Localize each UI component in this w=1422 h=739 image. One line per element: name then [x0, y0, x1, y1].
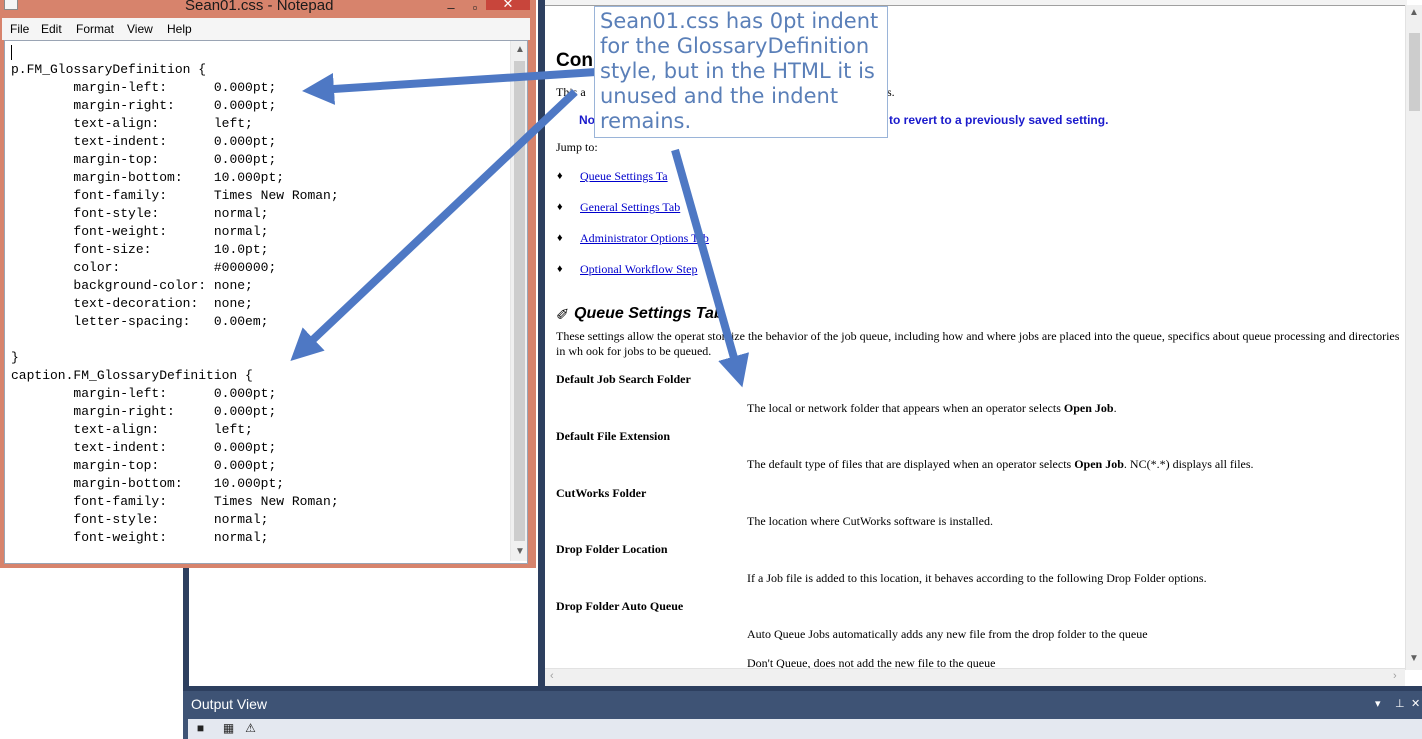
menu-file[interactable]: File: [10, 22, 29, 36]
menu-help[interactable]: Help: [167, 22, 192, 36]
term-default-job-search-folder: Default Job Search Folder: [556, 372, 691, 386]
definition-text: If a Job file is added to this location,…: [747, 571, 1207, 585]
link-administrator-options-tab[interactable]: Administrator Options Tab: [580, 231, 709, 246]
definition-text: The location where CutWorks software is …: [747, 514, 993, 528]
scroll-thumb[interactable]: [514, 61, 525, 541]
term-default-file-extension: Default File Extension: [556, 429, 670, 443]
close-icon[interactable]: ✕: [1411, 697, 1420, 710]
output-view-toolbar: ■ ▦ ⚠: [188, 719, 1422, 739]
intro-text-end: s.: [887, 85, 895, 99]
menu-view[interactable]: View: [127, 22, 153, 36]
term-drop-folder-location: Drop Folder Location: [556, 542, 668, 556]
dropdown-icon[interactable]: ▾: [1375, 697, 1381, 710]
term-drop-folder-auto-queue: Drop Folder Auto Queue: [556, 599, 684, 613]
maximize-button[interactable]: ▫: [464, 0, 486, 15]
notepad-scrollbar[interactable]: ▲ ▼: [510, 41, 527, 561]
definition-text: The default type of files that are displ…: [747, 457, 1254, 471]
menu-bar: File Edit Format View Help: [2, 18, 530, 40]
notepad-titlebar[interactable]: Sean01.css - Notepad – ▫ ✕: [0, 0, 536, 18]
css-code: p.FM_GlossaryDefinition { margin-left: 0…: [11, 62, 339, 545]
menu-edit[interactable]: Edit: [41, 22, 62, 36]
section-description: These settings allow the operat stomize …: [556, 329, 1400, 358]
scroll-thumb[interactable]: [1409, 33, 1420, 111]
link-queue-settings-tab[interactable]: Queue Settings Ta: [580, 169, 668, 184]
pin-icon[interactable]: ⊥: [1395, 697, 1405, 710]
scroll-down-icon[interactable]: ▼: [515, 546, 525, 557]
definition-text: The local or network folder that appears…: [747, 401, 1117, 415]
scroll-up-icon[interactable]: ▲: [1409, 7, 1419, 18]
grid-select-icon[interactable]: ▦: [221, 721, 236, 736]
link-general-settings-tab[interactable]: General Settings Tab: [580, 200, 680, 215]
section-title: Queue Settings Tab: [574, 305, 724, 322]
output-view-panel: Output View ▾ ⊥ ✕ ■ ▦ ⚠: [183, 691, 1422, 739]
page-heading: Con: [556, 50, 593, 71]
pane-splitter[interactable]: [538, 0, 545, 690]
definition-text: Auto Queue Jobs automatically adds any n…: [747, 627, 1148, 641]
jump-to-label: Jump to:: [556, 140, 598, 154]
scroll-left-icon[interactable]: ‹: [550, 670, 554, 682]
note-start: No: [579, 113, 595, 127]
menu-format[interactable]: Format: [76, 22, 114, 36]
annotation-callout: Sean01.css has 0pt indent for the Glossa…: [594, 6, 888, 138]
term-cutworks-folder: CutWorks Folder: [556, 486, 647, 500]
bullet-icon: ♦: [557, 170, 563, 182]
link-optional-workflow-step[interactable]: Optional Workflow Step: [580, 262, 697, 277]
notepad-window: Sean01.css - Notepad – ▫ ✕ File Edit For…: [0, 0, 536, 568]
window-title: Sean01.css - Notepad: [185, 0, 334, 14]
scroll-down-icon[interactable]: ▼: [1409, 653, 1419, 664]
vertical-scrollbar[interactable]: ▲ ▼: [1405, 5, 1422, 670]
scroll-right-icon[interactable]: ›: [1393, 670, 1397, 682]
intro-text-start: This a: [556, 85, 586, 99]
horizontal-scrollbar[interactable]: ‹ ›: [545, 668, 1405, 686]
warning-icon[interactable]: ⚠: [243, 721, 258, 736]
output-view-title: Output View: [191, 696, 268, 712]
minimize-button[interactable]: –: [438, 0, 464, 15]
close-button[interactable]: ✕: [486, 0, 530, 10]
text-caret: [11, 45, 12, 60]
bullet-icon: ♦: [557, 201, 563, 213]
scroll-up-icon[interactable]: ▲: [515, 44, 525, 55]
notepad-text-area[interactable]: p.FM_GlossaryDefinition { margin-left: 0…: [4, 40, 528, 564]
save-icon[interactable]: ■: [193, 721, 208, 736]
pencil-icon: ✐: [556, 307, 570, 324]
bullet-icon: ♦: [557, 263, 563, 275]
notepad-icon: [4, 0, 18, 10]
bullet-icon: ♦: [557, 232, 563, 244]
callout-text: Sean01.css has 0pt indent for the Glossa…: [600, 9, 879, 133]
note-end: to revert to a previously saved setting.: [889, 113, 1109, 127]
